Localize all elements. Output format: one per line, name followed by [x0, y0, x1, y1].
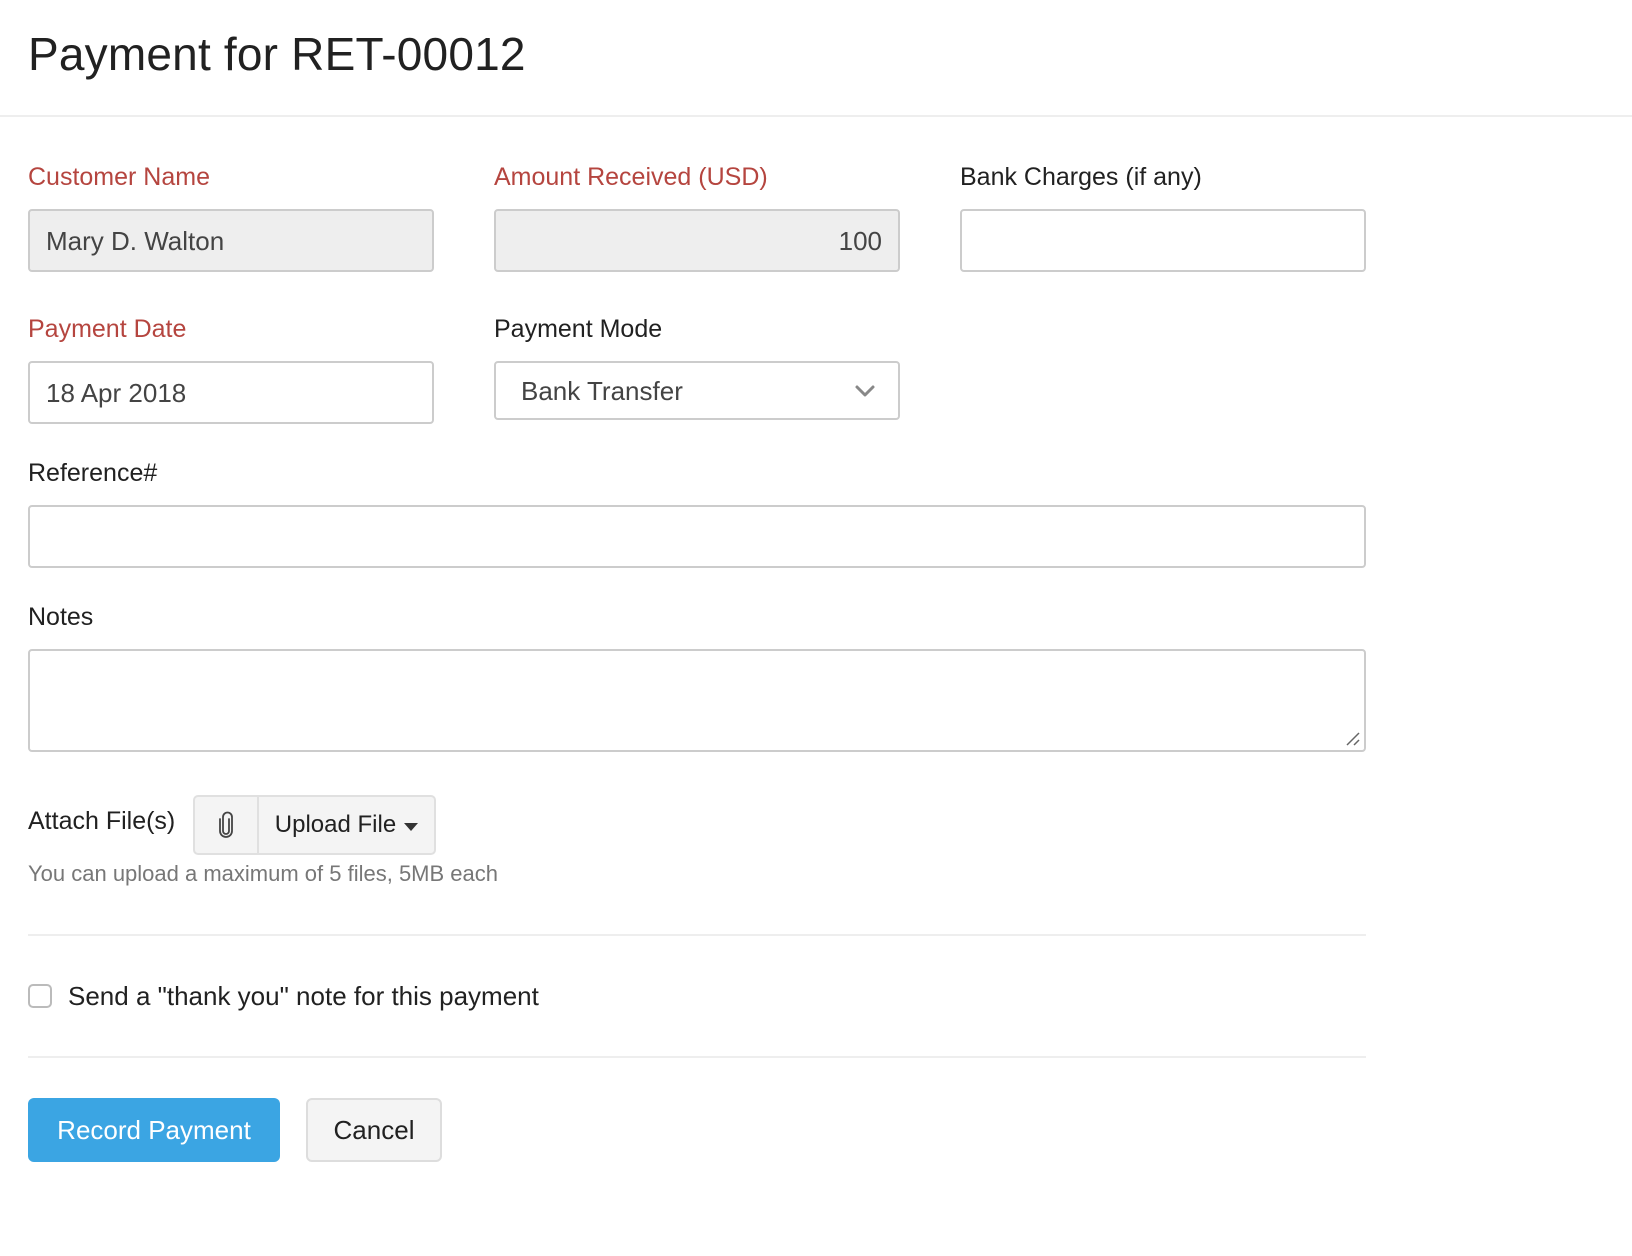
reference-input[interactable]	[28, 505, 1366, 568]
payment-date-label: Payment Date	[28, 315, 187, 343]
upload-file-dropdown[interactable]: Upload File	[259, 797, 434, 853]
upload-file-label: Upload File	[274, 811, 397, 838]
section-divider	[28, 1056, 1366, 1058]
paperclip-icon	[219, 811, 233, 838]
header-divider	[0, 115, 1632, 117]
section-divider	[28, 934, 1366, 936]
notes-textarea[interactable]	[28, 649, 1366, 752]
page-title: Payment for RET-00012	[28, 28, 526, 80]
amount-received-value: 100	[838, 225, 882, 256]
customer-name-label: Customer Name	[28, 163, 210, 191]
amount-received-field[interactable]: 100	[494, 209, 900, 272]
record-payment-button[interactable]: Record Payment	[28, 1098, 280, 1162]
customer-name-field[interactable]: Mary D. Walton	[28, 209, 434, 272]
bank-charges-input[interactable]	[960, 209, 1366, 272]
thank-you-label[interactable]: Send a "thank you" note for this payment	[68, 980, 539, 1012]
payment-mode-select[interactable]: Bank Transfer	[494, 361, 900, 420]
payment-mode-value: Bank Transfer	[521, 375, 683, 406]
payment-date-input[interactable]: 18 Apr 2018	[28, 361, 434, 424]
reference-label: Reference#	[28, 459, 158, 487]
resize-grip-icon[interactable]	[1345, 731, 1361, 747]
upload-help-text: You can upload a maximum of 5 files, 5MB…	[28, 861, 499, 886]
thank-you-checkbox[interactable]	[28, 984, 52, 1008]
attach-files-label: Attach File(s)	[28, 807, 176, 835]
notes-label: Notes	[28, 603, 94, 631]
customer-name-value: Mary D. Walton	[46, 225, 225, 256]
payment-mode-label: Payment Mode	[494, 315, 663, 343]
cancel-button[interactable]: Cancel	[306, 1098, 442, 1162]
amount-received-label: Amount Received (USD)	[494, 163, 768, 191]
chevron-down-icon	[855, 385, 875, 396]
attach-icon-button[interactable]	[195, 797, 259, 853]
upload-button-group[interactable]: Upload File	[193, 795, 436, 855]
payment-date-value: 18 Apr 2018	[46, 377, 187, 408]
bank-charges-label: Bank Charges (if any)	[960, 163, 1202, 191]
caret-down-icon	[404, 822, 419, 831]
